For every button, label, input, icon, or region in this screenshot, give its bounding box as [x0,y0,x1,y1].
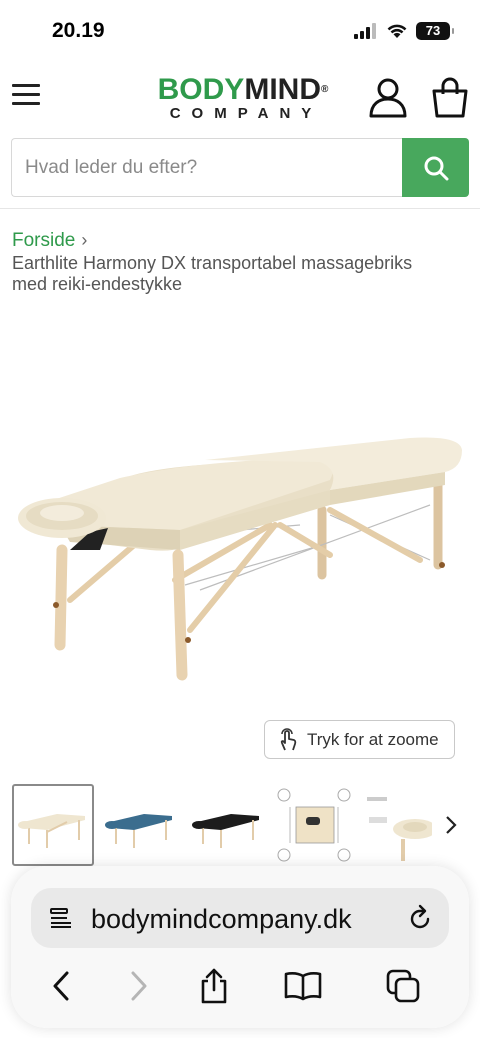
thumbnail-black[interactable] [186,784,268,866]
zoom-button[interactable]: Tryk for at zoome [264,720,455,759]
battery-indicator: 73 [416,22,454,40]
share-icon [201,968,227,1004]
logo-registered: ® [320,84,329,95]
account-icon[interactable] [368,76,408,118]
thumbnail-next-button[interactable] [432,800,470,850]
browser-toolbar: bodymindcompany.dk [11,866,469,1028]
menu-icon[interactable] [12,84,40,108]
wifi-icon [387,24,407,38]
thumbnail-cream[interactable] [12,784,94,866]
thumbnail-dimensions[interactable] [273,784,355,866]
browser-nav [11,964,469,1008]
breadcrumb: Forside › Earthlite Harmony DX transporta… [12,230,452,295]
forward-button[interactable] [117,964,161,1008]
address-bar[interactable]: bodymindcompany.dk [31,888,449,948]
breadcrumb-separator: › [81,230,88,250]
search-input[interactable] [11,138,402,197]
shopping-bag-icon[interactable] [430,76,470,118]
brand-logo[interactable]: BODYMIND® COMPANY [148,74,338,122]
thumbnail-detail[interactable] [360,784,442,866]
status-time: 20.19 [52,19,105,42]
logo-part-body: BODY [157,73,245,106]
status-bar: 20.19 73 [0,0,480,62]
tabs-icon [386,969,420,1003]
reload-icon[interactable] [407,904,433,932]
back-button[interactable] [39,964,83,1008]
signal-icon [354,23,376,39]
logo-part-mind: MIND [244,73,321,106]
status-icons: 73 [354,22,454,40]
thumbnail-blue[interactable] [99,784,181,866]
url-text: bodymindcompany.dk [91,904,352,934]
tap-icon [280,727,297,750]
product-image[interactable] [0,300,480,770]
chevron-left-icon [53,971,69,1001]
reader-icon[interactable] [49,906,73,930]
tabs-button[interactable] [381,964,425,1008]
breadcrumb-home-link[interactable]: Forside [12,230,75,251]
search-button[interactable] [402,138,469,197]
book-icon [284,972,322,1001]
bookmarks-button[interactable] [281,964,325,1008]
share-button[interactable] [192,964,236,1008]
zoom-label: Tryk for at zoome [307,729,439,749]
site-header: BODYMIND® COMPANY [0,62,480,134]
logo-company: COMPANY [169,105,323,122]
chevron-right-icon [131,971,147,1001]
thumbnail-strip [12,784,480,866]
breadcrumb-current: Earthlite Harmony DX transportabel massa… [12,253,413,294]
search-bar [11,138,469,197]
chevron-right-icon [446,816,457,834]
search-icon [424,156,448,180]
header-divider [0,208,480,209]
